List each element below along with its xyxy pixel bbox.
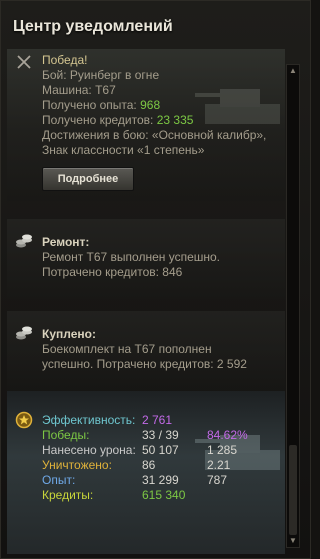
scroll-up-arrow-icon[interactable]: ▲ xyxy=(287,65,299,77)
medal-icon xyxy=(15,411,33,429)
purchase-notification: Куплено: Боекомплект на T67 пополнен усп… xyxy=(7,311,285,391)
scroll-down-arrow-icon[interactable]: ▼ xyxy=(287,535,299,547)
achievements-line-1: Достижения в бою: «Основной калибр», xyxy=(42,128,267,142)
crossed-swords-icon xyxy=(17,55,31,69)
xp-stat-value: 31 299 xyxy=(142,473,179,487)
efficiency-label: Эффективность: xyxy=(42,413,136,427)
coins-icon xyxy=(16,326,32,340)
xp-label: Получено опыта: xyxy=(42,98,141,112)
notification-list: Победа! Бой: Руинберг в огне Машина: T67… xyxy=(7,49,285,554)
credits-label: Получено кредитов: xyxy=(42,113,157,127)
panel-title: Центр уведомлений xyxy=(13,18,173,35)
session-stats-notification: Эффективность: 2 761 Победы: 33 / 39 84.… xyxy=(7,391,285,554)
scrollbar-thumb[interactable] xyxy=(289,445,297,535)
xp-value: 968 xyxy=(140,98,161,112)
vehicle-name: Машина: T67 xyxy=(42,83,116,97)
kills-label: Уничтожено: xyxy=(42,458,112,472)
purchase-title: Куплено: xyxy=(42,327,96,341)
wins-percent: 84.62% xyxy=(207,428,248,442)
tank-silhouette xyxy=(195,89,280,124)
damage-value: 50 107 xyxy=(142,443,179,457)
repair-line-1: Ремонт T67 выполнен успешно. xyxy=(42,250,221,264)
xp-stat-average: 787 xyxy=(207,473,228,487)
kills-value: 86 xyxy=(142,458,156,472)
credits-value: 23 335 xyxy=(156,113,194,127)
purchase-line-2: успешно. Потрачено кредитов: 2 592 xyxy=(42,357,247,371)
achievements-line-2: Знак классности «1 степень» xyxy=(42,143,205,157)
damage-average: 1 285 xyxy=(207,443,238,457)
wins-value: 33 / 39 xyxy=(142,428,179,442)
xp-earned: Получено опыта: 968 xyxy=(42,98,160,113)
notification-center-panel: Центр уведомлений Победа! Бой: Руинберг … xyxy=(0,0,311,559)
victory-notification: Победа! Бой: Руинберг в огне Машина: T67… xyxy=(7,49,285,201)
damage-label: Нанесено урона: xyxy=(42,443,136,457)
credits-earned: Получено кредитов: 23 335 xyxy=(42,113,193,128)
repair-notification: Ремонт: Ремонт T67 выполнен успешно. Пот… xyxy=(7,219,285,299)
credits-stat-value: 615 340 xyxy=(142,488,186,502)
purchase-line-1: Боекомплект на T67 пополнен xyxy=(42,342,212,356)
battle-map: Бой: Руинберг в огне xyxy=(42,68,160,82)
xp-stat-label: Опыт: xyxy=(42,473,76,487)
victory-title: Победа! xyxy=(42,53,88,67)
kills-average: 2.21 xyxy=(207,458,231,472)
repair-title: Ремонт: xyxy=(42,235,90,249)
coins-icon xyxy=(16,234,32,248)
scrollbar[interactable]: ▲ ▼ xyxy=(286,64,300,548)
wins-label: Победы: xyxy=(42,428,90,442)
credits-stat-label: Кредиты: xyxy=(42,488,94,502)
repair-line-2: Потрачено кредитов: 846 xyxy=(42,265,183,279)
details-button[interactable]: Подробнее xyxy=(42,167,134,191)
efficiency-value: 2 761 xyxy=(142,413,173,427)
